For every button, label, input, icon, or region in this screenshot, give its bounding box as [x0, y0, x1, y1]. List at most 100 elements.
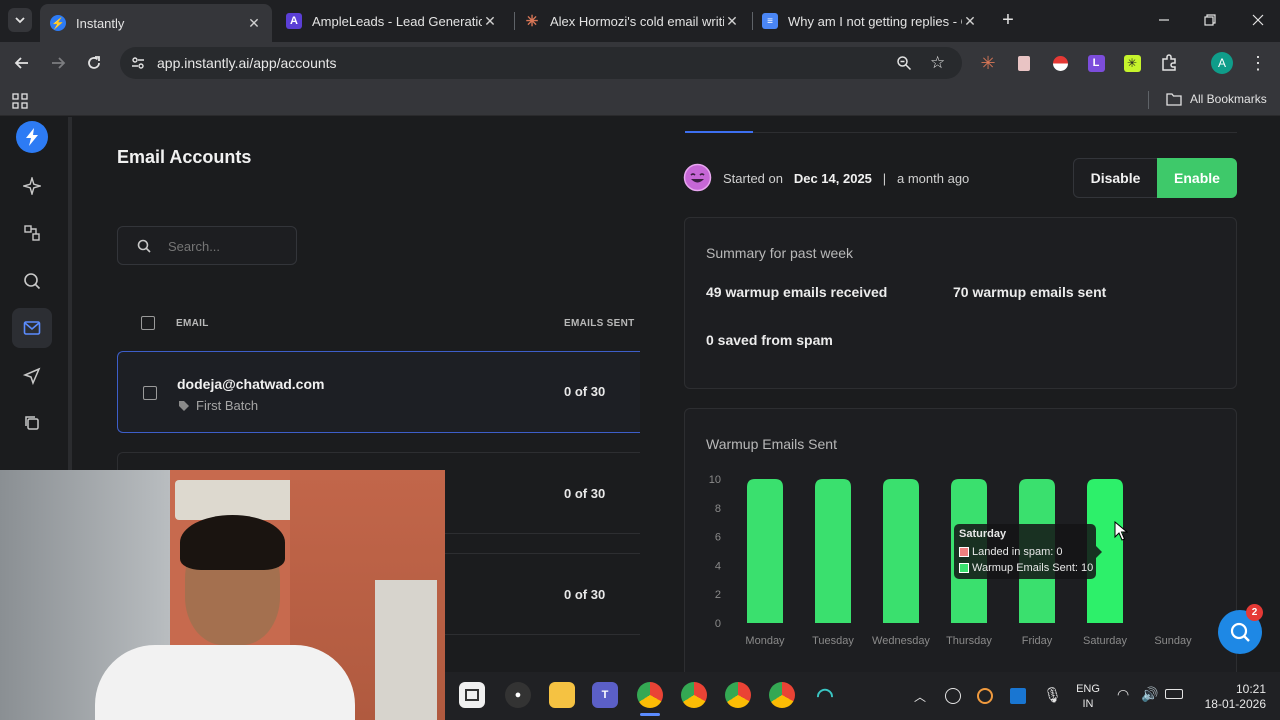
- chrome-icon[interactable]: [637, 682, 663, 708]
- y-tick-label: 8: [715, 503, 721, 515]
- account-tag: First Batch: [178, 398, 258, 413]
- extensions-puzzle-icon[interactable]: [1157, 51, 1181, 75]
- l-extension-icon[interactable]: L: [1084, 51, 1108, 75]
- instantly-logo-icon[interactable]: [16, 121, 48, 153]
- table-row[interactable]: dodeja@chatwad.com First Batch 0 of 30: [117, 351, 647, 433]
- all-bookmarks-button[interactable]: All Bookmarks: [1166, 92, 1267, 106]
- started-label: Started on: [723, 171, 783, 186]
- sent-swatch: [959, 563, 969, 573]
- tooltip-spam-row: Landed in spam: 0: [959, 546, 1063, 558]
- nav-templates[interactable]: [12, 403, 52, 443]
- tab-search-button[interactable]: [8, 8, 32, 32]
- sparkle-icon: [23, 177, 41, 195]
- y-tick-label: 2: [715, 589, 721, 601]
- warmup-received: 49 warmup emails received: [706, 284, 888, 300]
- docs-favicon-icon: ≡: [762, 13, 778, 29]
- close-window-button[interactable]: [1244, 8, 1272, 32]
- chrome-profile-icon[interactable]: [681, 682, 707, 708]
- tag-label: First Batch: [196, 398, 259, 413]
- close-icon[interactable]: ✕: [482, 13, 498, 30]
- back-button[interactable]: [10, 51, 34, 75]
- chart-bar-monday[interactable]: [747, 479, 783, 623]
- tab-google-doc[interactable]: ≡ Why am I not getting replies - C ✕: [752, 4, 988, 38]
- claude-extension-icon[interactable]: ✳: [976, 51, 1000, 75]
- nav-campaigns[interactable]: [12, 356, 52, 396]
- mail-icon: [23, 321, 41, 335]
- battery-icon[interactable]: [1165, 689, 1183, 699]
- pokeball-extension-icon[interactable]: [1048, 51, 1072, 75]
- y-tick-label: 6: [715, 532, 721, 544]
- apps-grid-icon[interactable]: [12, 93, 28, 109]
- nav-workflows[interactable]: [12, 213, 52, 253]
- zoom-icon[interactable]: [896, 55, 912, 71]
- bookmarks-divider: [1148, 91, 1149, 109]
- active-tab-indicator: [685, 131, 753, 133]
- notes-extension-icon[interactable]: [1012, 51, 1036, 75]
- bookmark-star-icon[interactable]: ☆: [930, 54, 948, 72]
- taskbar-app-icon[interactable]: [459, 682, 485, 708]
- webcam-person-shirt: [95, 645, 355, 720]
- address-bar[interactable]: app.instantly.ai/app/accounts ☆: [120, 47, 962, 79]
- warmup-sent: 70 warmup emails sent: [953, 284, 1107, 300]
- chrome-profile-icon[interactable]: [769, 682, 795, 708]
- edge-icon[interactable]: ◠: [812, 682, 838, 708]
- volume-icon[interactable]: 🔊: [1141, 686, 1158, 703]
- browser-tab-strip: ⚡ Instantly ✕ A AmpleLeads - Lead Genera…: [0, 0, 1280, 42]
- chrome-profile-icon[interactable]: [725, 682, 751, 708]
- warmup-smiley-icon: [683, 163, 712, 192]
- reload-button[interactable]: [82, 51, 106, 75]
- restore-button[interactable]: [1196, 8, 1224, 32]
- search-box[interactable]: [117, 226, 297, 265]
- summary-card: Summary for past week 49 warmup emails r…: [684, 217, 1237, 389]
- emails-sent-value: 0 of 30: [564, 384, 606, 399]
- url-text[interactable]: app.instantly.ai/app/accounts: [157, 55, 337, 71]
- nav-email-accounts[interactable]: [12, 308, 52, 348]
- column-header-email: EMAIL: [176, 318, 209, 329]
- tab-instantly[interactable]: ⚡ Instantly ✕: [40, 4, 272, 42]
- x-tick-label: Tuesday: [812, 635, 854, 647]
- wifi-icon[interactable]: ◠: [1117, 686, 1129, 703]
- close-icon[interactable]: ✕: [962, 13, 978, 30]
- search-icon: [24, 273, 41, 290]
- obs-icon[interactable]: ●: [505, 682, 531, 708]
- tab-claude[interactable]: ✳ Alex Hormozi's cold email writi ✕: [514, 4, 750, 38]
- site-info-icon[interactable]: [130, 55, 146, 71]
- chat-support-button[interactable]: 2: [1218, 604, 1263, 654]
- emails-sent-value: 0 of 30: [564, 486, 606, 501]
- tooltip-title: Saturday: [959, 528, 1007, 540]
- language-indicator[interactable]: ENG IN: [1072, 682, 1104, 712]
- nav-search[interactable]: [12, 261, 52, 301]
- green-extension-icon[interactable]: ✳: [1120, 51, 1144, 75]
- bookmarks-bar: All Bookmarks: [0, 84, 1280, 116]
- microphone-icon[interactable]: 🎙: [1043, 686, 1062, 704]
- close-icon[interactable]: ✕: [246, 15, 262, 32]
- clock[interactable]: 10:21 18-01-2026: [1196, 682, 1266, 712]
- nav-copilot[interactable]: [12, 166, 52, 206]
- file-explorer-icon[interactable]: [549, 682, 575, 708]
- active-app-indicator: [640, 713, 660, 716]
- chevron-up-icon[interactable]: ︿: [914, 688, 926, 705]
- account-email: dodeja@chatwad.com: [177, 376, 325, 392]
- profile-avatar[interactable]: A: [1211, 52, 1233, 74]
- language-code: ENG: [1076, 683, 1100, 695]
- ampleleads-favicon-icon: A: [286, 13, 302, 29]
- chart-bar-tuesday[interactable]: [815, 479, 851, 623]
- disable-button[interactable]: Disable: [1073, 158, 1158, 198]
- menu-kebab-icon[interactable]: ⋮: [1246, 51, 1270, 75]
- close-icon[interactable]: ✕: [724, 13, 740, 30]
- minimize-button[interactable]: [1150, 8, 1178, 32]
- enable-button[interactable]: Enable: [1157, 158, 1237, 198]
- tray-sync-icon[interactable]: [977, 688, 993, 704]
- tab-ampleleads[interactable]: A AmpleLeads - Lead Generation ✕: [276, 4, 508, 38]
- select-all-checkbox[interactable]: [141, 316, 155, 330]
- search-input[interactable]: [168, 236, 288, 256]
- teams-icon[interactable]: T: [592, 682, 618, 708]
- tray-icon[interactable]: [945, 688, 961, 704]
- forward-button[interactable]: [46, 51, 70, 75]
- row-checkbox[interactable]: [143, 386, 157, 400]
- chart-bar-wednesday[interactable]: [883, 479, 919, 623]
- tray-app-icon[interactable]: [1010, 688, 1026, 704]
- claude-favicon-icon: ✳: [525, 13, 539, 30]
- new-tab-button[interactable]: +: [996, 8, 1020, 32]
- tab-underline: [685, 132, 1237, 133]
